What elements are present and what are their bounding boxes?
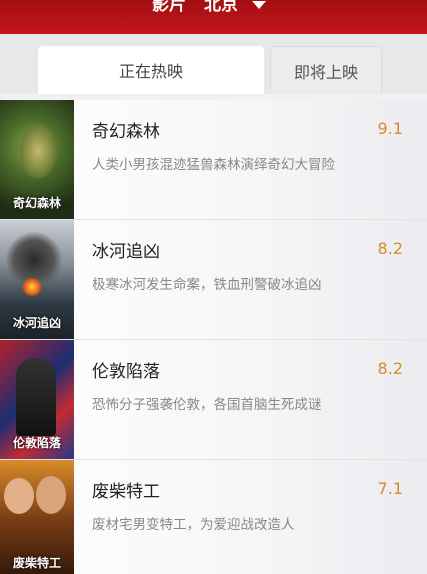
city-selector[interactable]: 影片 北京 bbox=[152, 0, 266, 15]
movie-list-item[interactable]: 伦敦陷落 伦敦陷落 8.2 恐怖分子强袭伦敦，各国首脑生死成谜 bbox=[0, 340, 427, 460]
movie-poster: 伦敦陷落 bbox=[0, 340, 74, 459]
movie-list: 奇幻森林 奇幻森林 9.1 人类小男孩混迹猛兽森林演绎奇幻大冒险 冰河追凶 冰河… bbox=[0, 100, 427, 574]
tab-bar: 正在热映 即将上映 bbox=[0, 34, 427, 94]
movie-score: 8.2 bbox=[377, 239, 403, 258]
city-name: 北京 bbox=[204, 0, 238, 15]
tab-coming-soon[interactable]: 即将上映 bbox=[270, 46, 382, 94]
movie-score: 8.2 bbox=[377, 359, 403, 378]
movie-list-item[interactable]: 冰河追凶 冰河追凶 8.2 极寒冰河发生命案，铁血刑警破冰追凶 bbox=[0, 220, 427, 340]
movie-list-item[interactable]: 奇幻森林 奇幻森林 9.1 人类小男孩混迹猛兽森林演绎奇幻大冒险 bbox=[0, 100, 427, 220]
movie-description: 恐怖分子强袭伦敦，各国首脑生死成谜 bbox=[92, 397, 322, 413]
movie-description: 人类小男孩混迹猛兽森林演绎奇幻大冒险 bbox=[92, 157, 335, 173]
chevron-down-icon bbox=[252, 0, 266, 9]
movie-title: 废柴特工 bbox=[92, 482, 160, 502]
tab-now-showing[interactable]: 正在热映 bbox=[38, 46, 264, 94]
movie-score: 9.1 bbox=[377, 119, 403, 138]
movie-description: 极寒冰河发生命案，铁血刑警破冰追凶 bbox=[92, 277, 322, 293]
movie-poster: 冰河追凶 bbox=[0, 220, 74, 339]
movie-description: 废材宅男变特工，为爱迎战改造人 bbox=[92, 517, 295, 533]
movie-title: 奇幻森林 bbox=[92, 122, 160, 142]
section-title: 影片 bbox=[152, 0, 186, 15]
movie-list-item[interactable]: 废柴特工 废柴特工 7.1 废材宅男变特工，为爱迎战改造人 bbox=[0, 460, 427, 574]
top-bar: 影片 北京 bbox=[0, 0, 427, 34]
movie-poster: 废柴特工 bbox=[0, 460, 74, 574]
movie-title: 伦敦陷落 bbox=[92, 362, 160, 382]
movie-poster: 奇幻森林 bbox=[0, 100, 74, 219]
movie-score: 7.1 bbox=[377, 479, 403, 498]
movie-title: 冰河追凶 bbox=[92, 242, 160, 262]
